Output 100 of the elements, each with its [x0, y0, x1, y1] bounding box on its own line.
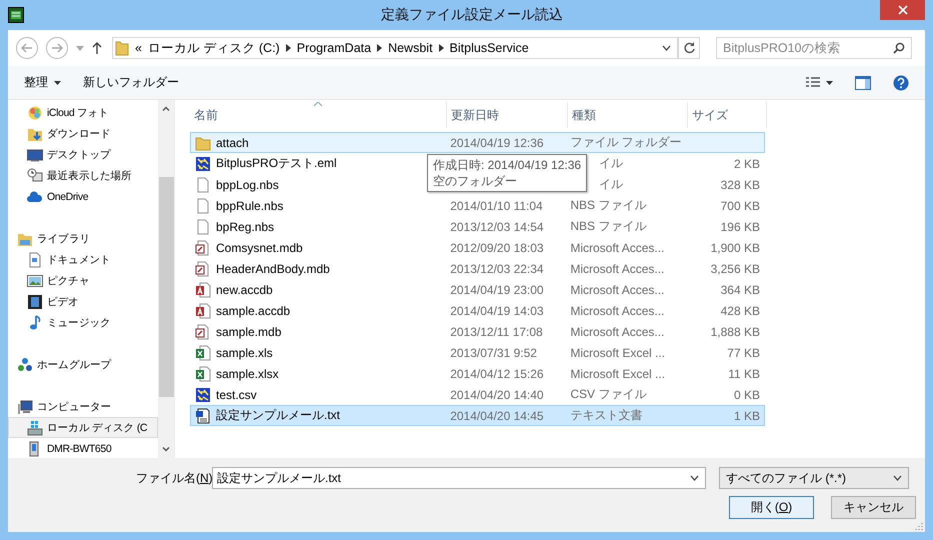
document-icon: [195, 282, 211, 298]
spreadsheet-icon: [195, 344, 211, 360]
photos-icon: [27, 104, 43, 120]
file-name[interactable]: attach: [195, 134, 249, 150]
column-header[interactable]: サイズ: [688, 102, 767, 128]
tooltip-text: 作成日時: 2014/04/19 12:36: [433, 157, 582, 173]
chevron-right-icon[interactable]: [438, 44, 444, 52]
document-icon: [195, 176, 211, 192]
file-name[interactable]: bppRule.nbs: [195, 198, 284, 214]
column-header[interactable]: 種類: [568, 102, 688, 128]
drive-icon: [27, 420, 43, 436]
file-row[interactable]: attach 2014/04/19 12:36 ファイル フォルダー: [190, 132, 765, 153]
music-note-icon: [27, 314, 43, 330]
filename-field[interactable]: 設定サンプルメール.txt: [212, 467, 706, 489]
size-cell-text: 428 KB: [720, 304, 761, 318]
column-header[interactable]: 名前: [190, 102, 447, 128]
chevron-right-icon[interactable]: [286, 44, 291, 52]
sidebar-item[interactable]: iCloud フォト: [8, 102, 158, 123]
pane-icon: [855, 76, 871, 90]
address-bar[interactable]: « ローカル ディスク (C:) ProgramData Newsbit BitplusService: [112, 37, 678, 59]
scrollbar[interactable]: [158, 100, 174, 458]
breadcrumb[interactable]: ProgramData: [296, 41, 372, 55]
type-cell-text: Microsoft Excel ...: [569, 346, 666, 360]
sidebar-item[interactable]: ピクチャ: [8, 270, 158, 291]
size-cell-text: 3,256 KB: [710, 262, 761, 276]
refresh-button[interactable]: [678, 37, 700, 59]
document-icon: [195, 324, 211, 340]
chevron-down-icon[interactable]: [662, 45, 671, 51]
file-name[interactable]: sample.mdb: [195, 324, 282, 340]
date-cell-text: 2014/04/20 14:40: [449, 388, 545, 402]
type-cell-text: イル: [598, 176, 624, 193]
size-cell-text: 0 KB: [732, 388, 761, 402]
people-icon: [17, 356, 33, 372]
computer-icon: [17, 398, 33, 414]
document-icon: [195, 302, 211, 318]
type-cell-text: Microsoft Acces...: [569, 240, 666, 254]
type-cell-text: NBS ファイル: [569, 197, 648, 214]
date-cell-text: 2013/07/31 9:52: [449, 346, 538, 360]
sidebar-item[interactable]: ミュージック: [8, 312, 158, 333]
sidebar-item[interactable]: ダウンロード: [8, 123, 158, 144]
cancel-button[interactable]: キャンセル: [831, 496, 916, 519]
file-name[interactable]: Comsysnet.mdb: [195, 240, 303, 256]
file-name[interactable]: sample.xlsx: [195, 366, 279, 382]
file-name[interactable]: new.accdb: [195, 282, 273, 298]
size-cell-text: 1 KB: [732, 408, 761, 422]
document-icon: [195, 198, 211, 214]
file-row[interactable]: 設定サンプルメール.txt 2014/04/20 14:45 テキスト文書 1 KB: [190, 405, 765, 426]
search-field[interactable]: BitplusPRO10の検索: [716, 37, 912, 59]
file-name[interactable]: 設定サンプルメール.txt: [195, 407, 340, 424]
scroll-up-icon: [162, 106, 170, 111]
organize-button[interactable]: 整理: [18, 71, 67, 94]
search-icon[interactable]: [893, 42, 905, 54]
size-cell-text: 2 KB: [732, 156, 761, 170]
file-name[interactable]: test.csv: [195, 386, 257, 402]
type-cell-text: ファイル フォルダー: [569, 134, 683, 151]
sidebar-item[interactable]: デスクトップ: [8, 144, 158, 165]
file-name[interactable]: bppLog.nbs: [195, 176, 279, 192]
open-button[interactable]: 開く(O): [729, 496, 814, 519]
document-icon: [195, 218, 211, 234]
sidebar-item[interactable]: コンピューター: [8, 396, 158, 417]
breadcrumb[interactable]: BitplusService: [450, 41, 529, 55]
file-name[interactable]: sample.xls: [195, 344, 273, 360]
sidebar-item[interactable]: ホームグループ: [8, 354, 158, 375]
document-icon: [195, 240, 211, 256]
refresh-icon: [683, 42, 695, 54]
column-header[interactable]: 更新日時: [447, 102, 568, 128]
folder-icon: [195, 134, 211, 150]
new-folder-button[interactable]: 新しいフォルダー: [77, 71, 185, 94]
date-cell-text: 2014/04/12 15:26: [449, 366, 545, 380]
up-arrow-icon[interactable]: [92, 42, 102, 54]
scroll-down-icon: [162, 447, 170, 452]
type-cell-text: Microsoft Acces...: [569, 282, 666, 296]
window-title: 定義ファイル設定メール読込: [380, 6, 564, 24]
text-file-icon: [195, 408, 211, 424]
sidebar-item[interactable]: OneDrive: [8, 186, 158, 207]
caret-icon: [54, 80, 61, 84]
overflow-chevron[interactable]: «: [135, 41, 142, 55]
breadcrumb[interactable]: Newsbit: [388, 41, 433, 55]
chevron-down-icon: [690, 475, 699, 481]
chevron-right-icon[interactable]: [377, 44, 382, 52]
picture-icon: [27, 272, 43, 288]
breadcrumb[interactable]: ローカル ディスク (C:): [148, 40, 280, 56]
type-cell-text: テキスト文書: [569, 407, 644, 424]
caret-icon: [826, 80, 833, 84]
sidebar-item[interactable]: ライブラリ: [8, 228, 158, 249]
file-type-dropdown[interactable]: すべてのファイル (*.*): [719, 467, 909, 489]
file-name[interactable]: BitplusPROテスト.eml: [195, 155, 337, 172]
file-name[interactable]: HeaderAndBody.mdb: [195, 260, 330, 276]
sidebar-item[interactable]: ドキュメント: [8, 249, 158, 270]
sidebar-item[interactable]: DMR-BWT650: [8, 438, 158, 458]
close-icon: [898, 5, 908, 15]
file-name[interactable]: bpReg.nbs: [195, 218, 274, 234]
sidebar-item[interactable]: 最近表示した場所: [8, 165, 158, 186]
folder-icon: [115, 40, 129, 56]
size-cell-text: 1,900 KB: [710, 240, 761, 254]
sidebar-item[interactable]: ビデオ: [8, 291, 158, 312]
sidebar-item[interactable]: ローカル ディスク (C: [8, 417, 158, 438]
size-cell-text: 364 KB: [720, 282, 761, 296]
close-button[interactable]: [880, 0, 925, 20]
file-name[interactable]: sample.accdb: [195, 302, 290, 318]
